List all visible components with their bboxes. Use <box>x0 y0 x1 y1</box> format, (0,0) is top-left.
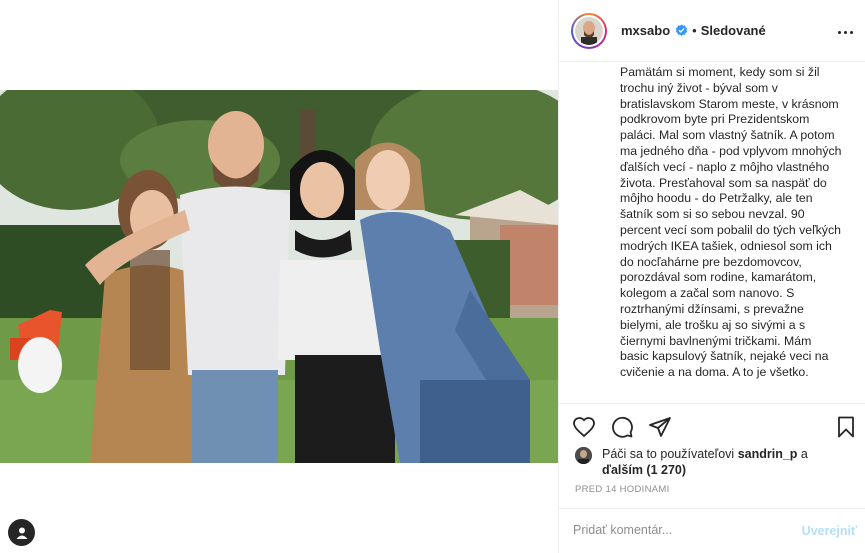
heart-icon[interactable] <box>571 414 597 440</box>
likes-summary: Páči sa to používateľovi sandrin_p a ďal… <box>575 446 855 478</box>
comment-composer: Uverejniť <box>559 509 865 553</box>
liker-username-link[interactable]: sandrin_p <box>738 447 798 461</box>
actions-divider <box>559 403 865 404</box>
header-separator: • <box>692 23 697 38</box>
following-button[interactable]: Sledované <box>701 23 766 38</box>
author-avatar-image <box>575 16 603 45</box>
post-caption: Pamätám si moment, kedy som si žil troch… <box>620 65 842 380</box>
profile-button[interactable] <box>8 519 35 546</box>
likes-others-link[interactable]: ďalším (1 270) <box>602 463 686 477</box>
author-username[interactable]: mxsabo <box>621 23 670 38</box>
photo-illustration <box>0 90 558 463</box>
likes-prefix: Páči sa to používateľovi <box>602 447 735 461</box>
more-options-icon[interactable] <box>835 22 855 42</box>
verified-badge-icon <box>675 24 688 36</box>
post-details-panel: mxsabo • Sledované Pamätám si moment, ke… <box>559 0 865 553</box>
likes-and: a <box>800 447 808 461</box>
share-icon[interactable] <box>647 414 673 440</box>
post-timestamp[interactable]: PRED 14 HODINAMI <box>575 484 670 495</box>
profile-icon <box>16 527 27 539</box>
post-header: mxsabo • Sledované <box>559 0 865 62</box>
comment-icon[interactable] <box>609 414 635 440</box>
post-actions <box>559 410 865 444</box>
bookmark-icon[interactable] <box>833 414 859 440</box>
author-avatar[interactable] <box>571 12 607 49</box>
comment-input[interactable] <box>573 523 773 537</box>
post-photo[interactable] <box>0 90 558 463</box>
liker-avatar[interactable] <box>575 447 592 464</box>
caption-area[interactable]: Pamätám si moment, kedy som si žil troch… <box>559 63 865 403</box>
post-comment-button[interactable]: Uverejniť <box>802 524 857 538</box>
instagram-post-view: mxsabo • Sledované Pamätám si moment, ke… <box>0 0 865 553</box>
media-area <box>0 0 558 553</box>
